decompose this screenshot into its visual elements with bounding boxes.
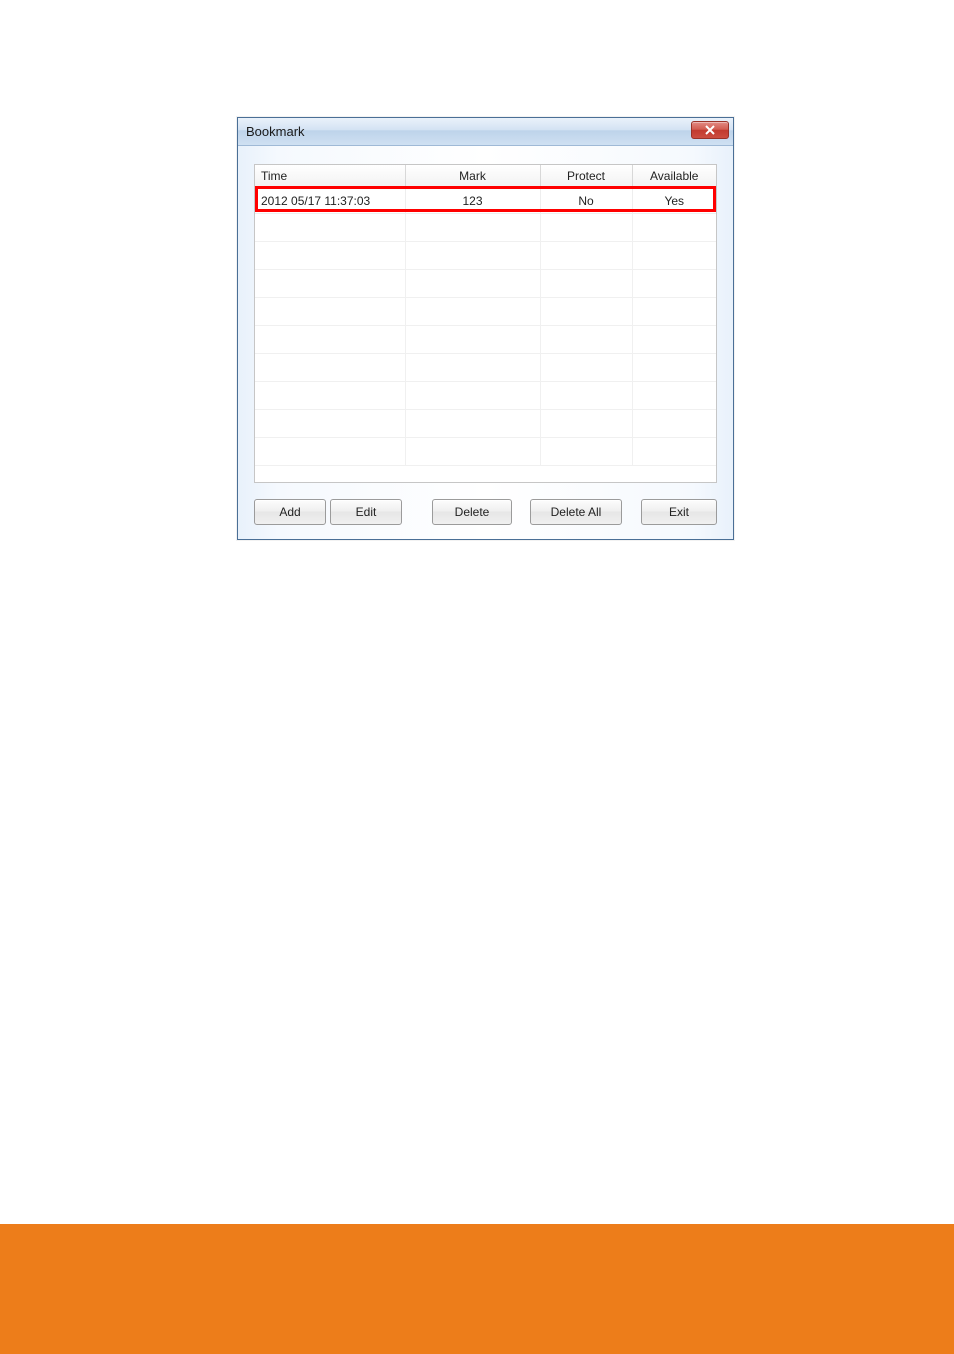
page-footer-band — [0, 1224, 954, 1354]
button-row: Add Edit Delete Delete All Exit — [254, 499, 717, 525]
close-icon — [705, 125, 715, 135]
delete-button[interactable]: Delete — [432, 499, 512, 525]
delete-all-button[interactable]: Delete All — [530, 499, 622, 525]
document-page: Bookmark Time Mark Protect — [0, 0, 954, 1354]
bookmark-table[interactable]: Time Mark Protect Available 2012 05/17 1… — [255, 165, 716, 466]
dialog-window: Bookmark Time Mark Protect — [237, 117, 734, 540]
cell-time: 2012 05/17 11:37:03 — [255, 187, 405, 213]
column-header-protect[interactable]: Protect — [540, 165, 632, 187]
column-header-time[interactable]: Time — [255, 165, 405, 187]
table-row-empty — [255, 409, 716, 437]
exit-button[interactable]: Exit — [641, 499, 717, 525]
edit-button[interactable]: Edit — [330, 499, 402, 525]
dialog-body: Time Mark Protect Available 2012 05/17 1… — [238, 146, 733, 539]
cell-available: Yes — [632, 187, 716, 213]
close-button[interactable] — [691, 121, 729, 139]
table-header-row: Time Mark Protect Available — [255, 165, 716, 187]
table-row-empty — [255, 437, 716, 465]
titlebar[interactable]: Bookmark — [238, 118, 733, 146]
table-row-empty — [255, 297, 716, 325]
dialog-title: Bookmark — [246, 124, 305, 139]
table-row-empty — [255, 269, 716, 297]
column-header-available[interactable]: Available — [632, 165, 716, 187]
column-header-mark[interactable]: Mark — [405, 165, 540, 187]
table-row-empty — [255, 213, 716, 241]
table-row[interactable]: 2012 05/17 11:37:03 123 No Yes — [255, 187, 716, 213]
table-row-empty — [255, 241, 716, 269]
add-button[interactable]: Add — [254, 499, 326, 525]
cell-mark: 123 — [405, 187, 540, 213]
bookmark-dialog-screenshot: Bookmark Time Mark Protect — [237, 117, 734, 540]
cell-protect: No — [540, 187, 632, 213]
table-row-empty — [255, 353, 716, 381]
table-row-empty — [255, 381, 716, 409]
bookmark-table-container: Time Mark Protect Available 2012 05/17 1… — [254, 164, 717, 483]
table-row-empty — [255, 325, 716, 353]
